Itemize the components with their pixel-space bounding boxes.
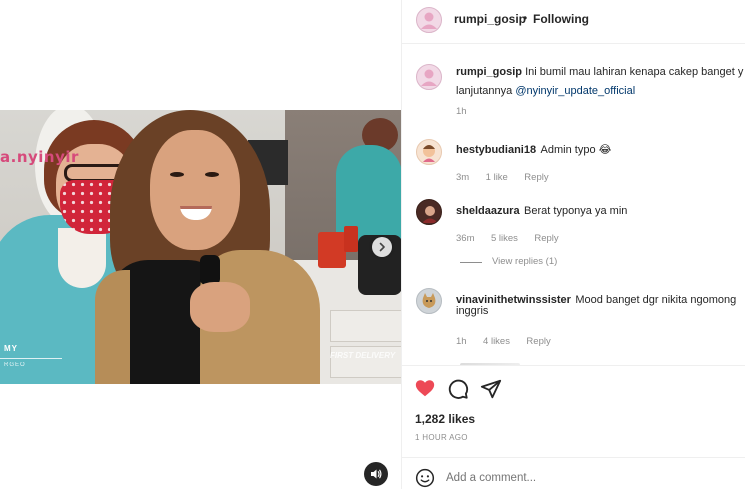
avatar-emoji-icon [423,145,435,162]
comment-meta: 1h 4 likes Reply [456,331,551,349]
lower-third-title: MY [4,344,18,353]
comment-meta: 3m 1 like Reply [456,167,549,185]
speaker-icon [371,469,382,479]
comment-time: 3m [456,172,470,183]
avatar-photo-icon [422,206,438,223]
post-details-panel: rumpi_gosip • Following rumpi_gosip Ini … [402,0,745,489]
share-button[interactable] [480,378,502,400]
caption-mention-link[interactable]: @nyinyir_update_official [515,85,635,97]
comment-text: Mood banget dgr nikita ngomong [575,294,737,306]
comments-scroll-area[interactable]: rumpi_gosip Ini bumil mau lahiran kenapa… [402,45,745,365]
comment-text: Berat typonya ya min [524,205,628,217]
comment-row: vinavinithetwinssister Mood banget dgr n… [456,290,736,308]
comment-button[interactable] [447,378,469,400]
caption-avatar[interactable] [416,64,442,90]
avatar-illustration-icon [421,69,437,86]
video-overlay-handle: a.nyinyir [0,148,79,166]
heart-filled-icon [415,380,435,397]
smiley-icon [415,468,435,488]
comment-reply-button[interactable]: Reply [526,336,550,347]
comment-text: Admin typo 😂 [540,144,612,156]
comment-row: hestybudiani18 Admin typo 😂 [456,140,611,158]
header-separator: • [523,11,528,25]
commenter-avatar[interactable] [416,199,442,225]
add-comment-bar [402,457,745,489]
comment-meta: 36m 5 likes Reply [456,228,559,246]
comment-time: 36m [456,233,475,244]
author-avatar[interactable] [416,7,442,33]
caption-line-2: lanjutannya @nyinyir_update_official [456,85,636,97]
avatar-illustration-icon [421,12,437,29]
emoji-button[interactable] [415,468,435,488]
caption-username[interactable]: rumpi_gosip [456,66,522,78]
caption-line-1: rumpi_gosip Ini bumil mau lahiran kenapa… [456,66,743,78]
comment-reply-button[interactable]: Reply [524,172,548,183]
post-header: rumpi_gosip • Following [402,0,745,44]
comment-username[interactable]: sheldaazura [456,205,520,217]
comment-reply-button[interactable]: Reply [534,233,558,244]
lower-third-subtitle: RGEO [4,362,26,368]
comment-row: sheldaazura Berat typonya ya min [456,201,627,219]
comment-username[interactable]: hestybudiani18 [456,144,536,156]
comment-likes[interactable]: 4 likes [483,336,510,347]
comment-time: 1h [456,336,467,347]
likes-count[interactable]: 1,282 likes [415,412,475,426]
like-button[interactable] [414,377,436,399]
view-replies-button[interactable]: View replies (1) [492,256,557,267]
comment-likes[interactable]: 5 likes [491,233,518,244]
avatar-cat-icon [422,293,436,308]
author-username[interactable]: rumpi_gosip [454,12,526,26]
comment-text-continued: inggris [456,305,489,317]
caption-text: Ini bumil mau lahiran kenapa cakep bange… [525,66,744,78]
comment-bubble-icon [448,379,469,399]
paper-plane-icon [480,379,502,399]
post-video[interactable]: a.nyinyir MY RGEO FIRST DELIVERY [0,110,401,384]
comment-likes[interactable]: 1 like [486,172,508,183]
post-actions: 1,282 likes 1 HOUR AGO [402,365,745,457]
audio-toggle-button[interactable] [364,462,388,486]
next-media-button[interactable] [372,237,392,257]
commenter-avatar[interactable] [416,139,442,165]
follow-status-button[interactable]: Following [533,12,589,26]
commenter-avatar[interactable] [416,288,442,314]
view-replies-line [460,262,482,263]
chevron-right-icon [379,242,385,252]
caption-time: 1h [456,106,467,117]
add-comment-input[interactable] [446,467,726,489]
post-timestamp: 1 HOUR AGO [415,433,468,442]
channel-watermark: FIRST DELIVERY [330,351,396,360]
post-media[interactable]: a.nyinyir MY RGEO FIRST DELIVERY [0,0,402,489]
